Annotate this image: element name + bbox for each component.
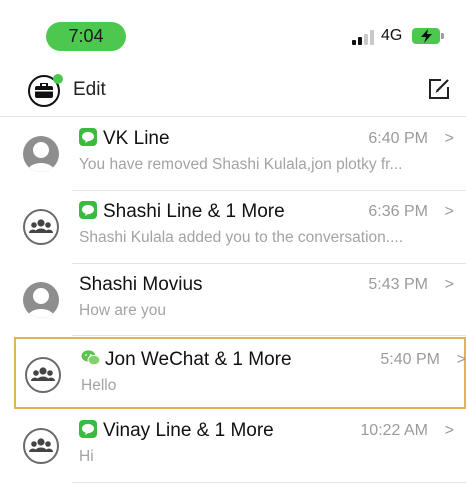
top-nav-bar: Edit (0, 66, 466, 116)
conversation-time: 5:43 PM (368, 276, 428, 293)
compose-button[interactable] (427, 77, 451, 106)
conversation-row[interactable]: Shashi Movius 5:43 PM > How are you (0, 264, 466, 336)
network-type: 4G (381, 27, 403, 44)
chevron-right-icon: > (444, 130, 454, 147)
group-avatar-icon (23, 209, 59, 245)
status-bar: 7:04 4G (0, 0, 466, 60)
row-divider (72, 335, 466, 336)
notification-dot (53, 74, 63, 84)
conversation-row[interactable]: Vinay Line & 1 More 10:22 AM > Hi (0, 410, 466, 482)
chevron-right-icon: > (444, 276, 454, 293)
conversation-row[interactable]: Shashi Line & 1 More 6:36 PM > Shashi Ku… (0, 191, 466, 263)
status-time[interactable]: 7:04 (46, 22, 126, 51)
conversation-title: Shashi Line & 1 More (103, 201, 285, 222)
briefcase-icon (35, 83, 53, 98)
conversation-time: 10:22 AM (360, 422, 428, 439)
line-icon (79, 201, 97, 219)
chevron-right-icon: > (444, 203, 454, 220)
person-avatar-icon (23, 282, 59, 318)
edit-button[interactable]: Edit (73, 79, 106, 101)
conversation-preview: Hi (79, 448, 94, 465)
conversation-title: Shashi Movius (79, 274, 203, 295)
wechat-icon (81, 349, 101, 367)
battery-charging-icon (412, 28, 444, 44)
compose-icon (429, 79, 449, 99)
conversation-preview: Shashi Kulala added you to the conversat… (79, 229, 403, 246)
line-icon (79, 128, 97, 146)
conversation-title: Vinay Line & 1 More (103, 420, 274, 441)
conversation-title: Jon WeChat & 1 More (105, 349, 292, 370)
conversation-row-selected[interactable]: Jon WeChat & 1 More 5:40 PM > Hello (14, 337, 466, 409)
conversation-row[interactable]: VK Line 6:40 PM > You have removed Shash… (0, 118, 466, 190)
conversation-time: 6:40 PM (368, 130, 428, 147)
conversation-time: 6:36 PM (368, 203, 428, 220)
group-avatar-icon (23, 428, 59, 464)
line-icon (79, 420, 97, 438)
header-divider (0, 116, 466, 117)
conversation-title: VK Line (103, 128, 170, 149)
conversation-preview: You have removed Shashi Kulala,jon plotk… (79, 156, 403, 173)
conversation-time: 5:40 PM (380, 351, 440, 368)
signal-strength-icon (352, 29, 374, 45)
chevron-right-icon: > (444, 422, 454, 439)
group-avatar-icon (25, 357, 61, 393)
row-divider (72, 482, 466, 483)
workspace-button[interactable] (28, 74, 63, 107)
chevron-right-icon: > (456, 351, 466, 368)
conversation-preview: Hello (81, 377, 117, 394)
person-avatar-icon (23, 136, 59, 172)
conversation-preview: How are you (79, 302, 167, 319)
